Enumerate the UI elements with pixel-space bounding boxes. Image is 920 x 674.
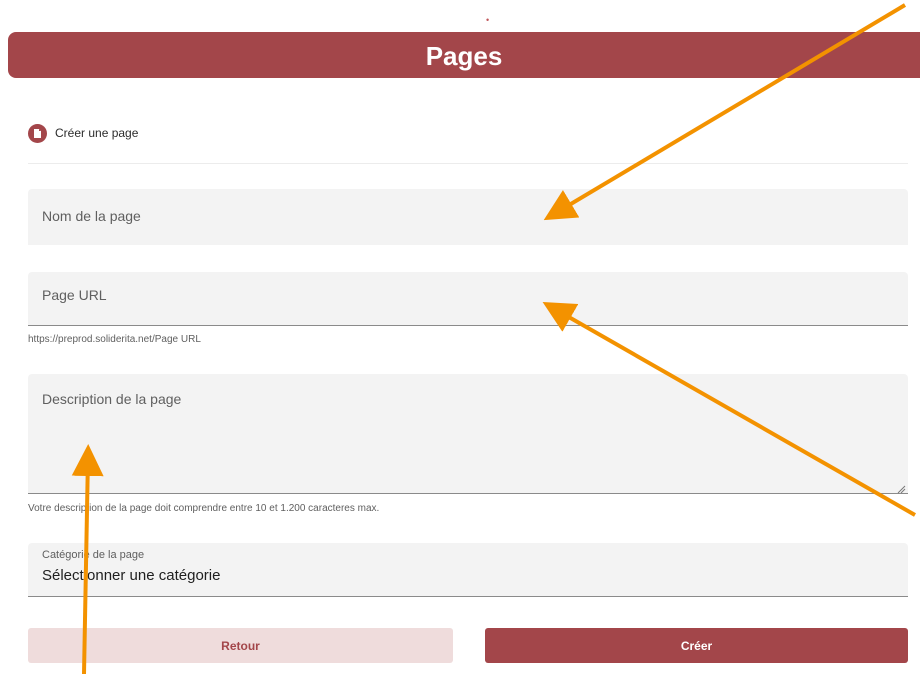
page-name-placeholder: Nom de la page [42,208,141,224]
page-add-icon [28,123,47,143]
header-bar: Pages [8,32,920,78]
page-description-helper-text: Votre description de la page doit compre… [28,503,380,514]
page-category-value: Sélectionner une catégorie [42,567,221,584]
top-indicator-icon: • [486,15,490,25]
page-title: Pages [425,41,503,71]
section-header: Créer une page [28,120,138,146]
top-strip [0,0,920,22]
page-url-field[interactable]: Page URL [28,272,908,326]
page-name-field[interactable]: Nom de la page [28,189,908,245]
page-url-helper-text: https://preprod.soliderita.net/Page URL [28,334,201,345]
page-url-placeholder: Page URL [42,287,107,303]
resize-handle-icon[interactable] [896,481,906,494]
section-divider [28,163,908,164]
create-button[interactable]: Créer [485,628,908,663]
section-title: Créer une page [55,126,139,140]
page-category-label: Catégorie de la page [42,549,145,561]
create-page-screen: • Pages Créer une page Nom de la page Pa… [0,0,920,674]
page-category-select[interactable]: Catégorie de la page Sélectionner une ca… [28,543,908,597]
page-description-field[interactable]: Description de la page [28,374,908,494]
page-description-placeholder: Description de la page [42,391,182,407]
back-button[interactable]: Retour [28,628,453,663]
